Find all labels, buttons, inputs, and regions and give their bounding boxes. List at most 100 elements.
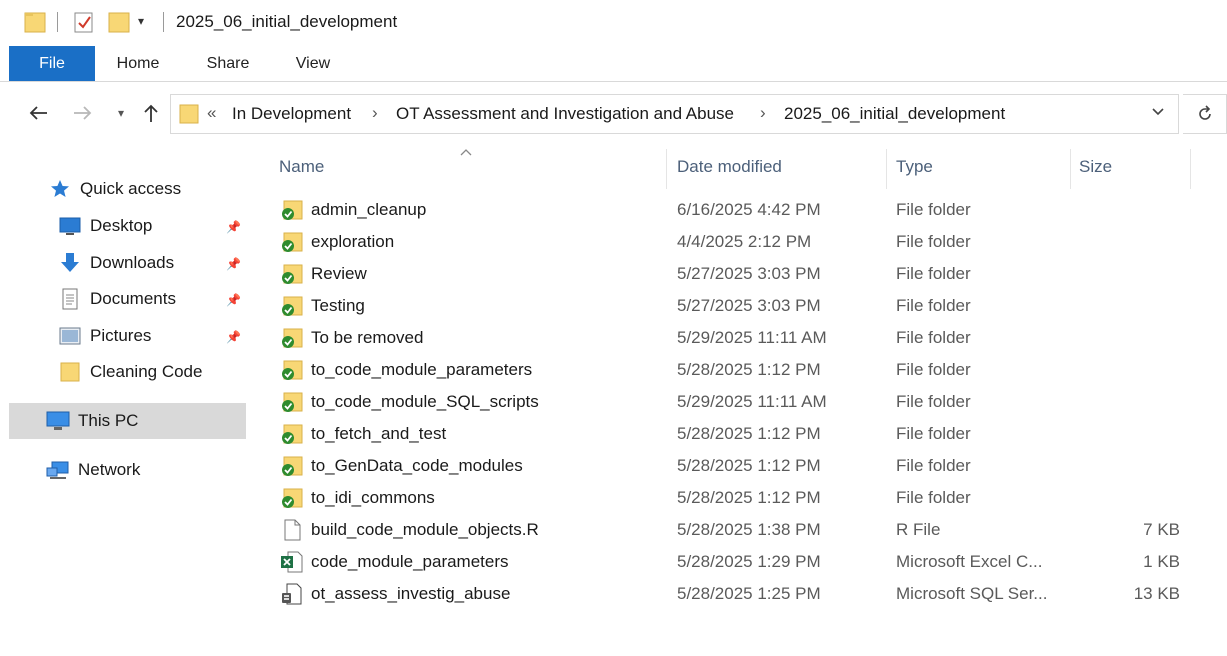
title-bar: ▾ 2025_06_initial_development xyxy=(0,0,1227,46)
file-name: To be removed xyxy=(311,328,424,347)
excel-icon xyxy=(280,550,304,574)
synced-folder-icon xyxy=(280,358,304,382)
file-date-modified: 5/29/2025 11:11 AM xyxy=(677,392,827,411)
file-size: 7 KB xyxy=(1143,520,1180,539)
up-arrow-icon[interactable] xyxy=(138,100,164,126)
file-size: 1 KB xyxy=(1143,552,1180,571)
nav-label: Desktop xyxy=(90,216,153,235)
file-list: Name Date modified Type Size admin_clean… xyxy=(250,145,1227,656)
pin-icon[interactable]: 📌 xyxy=(226,220,241,234)
properties-icon[interactable] xyxy=(73,10,95,39)
file-row[interactable]: Testing 5/27/2025 3:03 PM File folder xyxy=(250,291,1227,323)
synced-folder-icon xyxy=(280,262,304,286)
tab-file[interactable]: File xyxy=(9,46,95,81)
refresh-button[interactable] xyxy=(1183,94,1227,134)
file-name: to_GenData_code_modules xyxy=(311,456,523,475)
file-name: build_code_module_objects.R xyxy=(311,520,539,539)
new-folder-icon[interactable] xyxy=(108,10,130,39)
column-divider[interactable] xyxy=(666,149,667,189)
documents-icon xyxy=(58,288,82,310)
file-type: File folder xyxy=(896,264,971,283)
nav-network[interactable]: Network xyxy=(46,452,140,488)
file-name: admin_cleanup xyxy=(311,200,427,219)
nav-quick-access[interactable]: Quick access xyxy=(48,171,181,207)
file-name: to_idi_commons xyxy=(311,488,435,507)
file-type: File folder xyxy=(896,232,971,251)
customize-toolbar-chevron-icon[interactable]: ▾ xyxy=(138,14,144,28)
forward-arrow-icon[interactable] xyxy=(70,100,96,126)
file-row[interactable]: To be removed 5/29/2025 11:11 AM File fold… xyxy=(250,323,1227,355)
nav-label: Pictures xyxy=(90,326,152,345)
folder-icon[interactable] xyxy=(24,10,46,39)
file-row[interactable]: to_fetch_and_test 5/28/2025 1:12 PM File f… xyxy=(250,419,1227,451)
pin-icon[interactable]: 📌 xyxy=(226,330,241,344)
address-dropdown-chevron-icon[interactable] xyxy=(1151,104,1165,121)
nav-label: Network xyxy=(78,460,141,479)
address-bar[interactable]: « In Development › OT Assessment and Inv… xyxy=(170,94,1179,134)
desktop-icon xyxy=(58,215,82,237)
pin-icon[interactable]: 📌 xyxy=(226,293,241,307)
file-name: code_module_parameters xyxy=(311,552,509,571)
nav-this-pc[interactable]: This PC xyxy=(46,403,138,439)
tab-view[interactable]: View xyxy=(282,46,344,81)
breadcrumb-in-development[interactable]: In Development xyxy=(232,104,351,124)
pin-icon[interactable]: 📌 xyxy=(226,257,241,271)
file-date-modified: 4/4/2025 2:12 PM xyxy=(677,232,812,251)
synced-folder-icon xyxy=(280,390,304,414)
file-row[interactable]: to_GenData_code_modules 5/28/2025 1:12 PM… xyxy=(250,451,1227,483)
column-header-name[interactable]: Name xyxy=(279,153,324,189)
file-date-modified: 5/28/2025 1:12 PM xyxy=(677,360,821,379)
file-type: File folder xyxy=(896,296,971,315)
network-icon xyxy=(46,459,70,481)
breadcrumb-chevron-icon[interactable]: › xyxy=(760,103,766,123)
back-arrow-icon[interactable] xyxy=(25,100,51,126)
nav-pictures[interactable]: Pictures xyxy=(58,318,151,354)
file-type: File folder xyxy=(896,488,971,507)
nav-desktop[interactable]: Desktop xyxy=(58,208,152,244)
file-row[interactable]: admin_cleanup 6/16/2025 4:42 PM File folde… xyxy=(250,195,1227,227)
synced-folder-icon xyxy=(280,454,304,478)
column-divider[interactable] xyxy=(886,149,887,189)
nav-documents[interactable]: Documents xyxy=(58,281,176,317)
file-date-modified: 5/28/2025 1:29 PM xyxy=(677,552,821,571)
nav-downloads[interactable]: Downloads xyxy=(58,245,174,281)
breadcrumb-chevron-icon[interactable]: › xyxy=(372,103,378,123)
column-header-size[interactable]: Size xyxy=(1079,153,1112,189)
star-icon xyxy=(48,178,72,200)
file-type: File folder xyxy=(896,360,971,379)
file-row[interactable]: code_module_parameters 5/28/2025 1:29 PM M… xyxy=(250,547,1227,579)
synced-folder-icon xyxy=(280,294,304,318)
download-arrow-icon xyxy=(58,252,82,274)
nav-label: Quick access xyxy=(80,179,182,198)
column-divider[interactable] xyxy=(1190,149,1191,189)
synced-folder-icon xyxy=(280,230,304,254)
file-type: File folder xyxy=(896,200,971,219)
nav-label: Cleaning Code xyxy=(90,362,203,381)
tab-home[interactable]: Home xyxy=(105,46,171,81)
file-row[interactable]: build_code_module_objects.R 5/28/2025 1:3… xyxy=(250,515,1227,547)
file-row[interactable]: to_code_module_SQL_scripts 5/29/2025 11:1… xyxy=(250,387,1227,419)
divider xyxy=(163,12,164,32)
file-type: Microsoft Excel C... xyxy=(896,552,1043,571)
breadcrumb-ot-assessment[interactable]: OT Assessment and Investigation and Abus… xyxy=(396,104,734,124)
file-row[interactable]: to_idi_commons 5/28/2025 1:12 PM File fold… xyxy=(250,483,1227,515)
synced-folder-icon xyxy=(280,422,304,446)
file-row[interactable]: ot_assess_investig_abuse 5/28/2025 1:25 P… xyxy=(250,579,1227,611)
column-divider[interactable] xyxy=(1070,149,1071,189)
navigation-row: ▾ « In Development › OT Assessment and I… xyxy=(0,90,1227,138)
window-title: 2025_06_initial_development xyxy=(176,12,398,31)
column-header-type[interactable]: Type xyxy=(896,153,933,189)
breadcrumb-overflow[interactable]: « xyxy=(207,103,216,123)
file-type: File folder xyxy=(896,424,971,443)
column-header-date-modified[interactable]: Date modified xyxy=(677,153,782,189)
file-row[interactable]: to_code_module_parameters 5/28/2025 1:12 … xyxy=(250,355,1227,387)
file-row[interactable]: Review 5/27/2025 3:03 PM File folder xyxy=(250,259,1227,291)
nav-cleaning-code[interactable]: Cleaning Code xyxy=(58,354,202,390)
synced-folder-icon xyxy=(280,326,304,350)
breadcrumb-current-folder[interactable]: 2025_06_initial_development xyxy=(784,104,1005,124)
file-row[interactable]: exploration 4/4/2025 2:12 PM File folder xyxy=(250,227,1227,259)
recent-locations-chevron-icon[interactable]: ▾ xyxy=(108,100,134,126)
tab-share[interactable]: Share xyxy=(196,46,260,81)
file-name: to_fetch_and_test xyxy=(311,424,447,443)
file-name: ot_assess_investig_abuse xyxy=(311,584,511,603)
